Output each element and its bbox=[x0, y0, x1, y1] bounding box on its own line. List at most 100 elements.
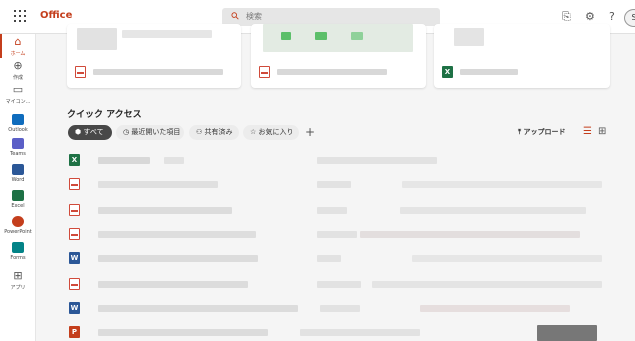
nav-label: 作成 bbox=[12, 75, 23, 81]
file-meta bbox=[317, 181, 351, 188]
nav-label: マイコン... bbox=[5, 99, 31, 105]
excel-file-icon: X bbox=[69, 154, 80, 166]
pdf-icon bbox=[69, 278, 80, 290]
nav-label: Word bbox=[11, 177, 25, 183]
pdf-icon bbox=[75, 66, 86, 78]
search-placeholder: 検索 bbox=[246, 12, 262, 21]
file-name bbox=[98, 281, 248, 288]
nav-item-teams[interactable]: Teams bbox=[0, 138, 36, 157]
file-meta bbox=[402, 181, 602, 188]
excel-file-icon: X bbox=[442, 66, 453, 78]
active-indicator bbox=[0, 34, 2, 58]
file-meta bbox=[372, 281, 602, 288]
office-brand[interactable]: Office bbox=[40, 10, 72, 21]
recent-card[interactable] bbox=[251, 24, 426, 88]
filter-all-button[interactable]: ⬢ すべて bbox=[68, 125, 112, 140]
nav-label: Forms bbox=[10, 255, 26, 261]
card-thumbnail bbox=[454, 28, 484, 46]
folder-icon: ▭ bbox=[12, 83, 24, 96]
card-filename bbox=[93, 69, 223, 75]
powerpoint-file-icon: P bbox=[69, 326, 80, 338]
card-thumbnail bbox=[77, 28, 117, 50]
nav-item-word[interactable]: Word bbox=[0, 164, 36, 183]
quick-access-title: クイック アクセス bbox=[67, 110, 142, 120]
filter-favorites-button[interactable]: ☆ お気に入り bbox=[243, 125, 299, 140]
filter-recent-label: 最近開いた項目 bbox=[131, 128, 181, 136]
nav-item-home[interactable]: ⌂ ホーム bbox=[0, 34, 36, 58]
card-thumbnail bbox=[281, 32, 291, 40]
help-icon[interactable]: ? bbox=[609, 10, 615, 23]
recent-card[interactable]: X bbox=[434, 24, 610, 88]
nav-item-create[interactable]: ⊕ 作成 bbox=[0, 59, 36, 82]
nav-label: PowerPoint bbox=[4, 229, 32, 235]
file-meta bbox=[317, 157, 437, 164]
card-filename bbox=[460, 69, 518, 75]
filter-all-icon: ⬢ bbox=[75, 128, 82, 136]
file-meta bbox=[317, 207, 347, 214]
waffle-icon[interactable] bbox=[14, 10, 26, 22]
file-meta bbox=[300, 329, 420, 336]
file-name bbox=[98, 181, 218, 188]
avatar[interactable]: S bbox=[624, 9, 635, 27]
file-meta bbox=[360, 231, 580, 238]
plus-circle-icon: ⊕ bbox=[13, 59, 23, 72]
home-icon: ⌂ bbox=[14, 35, 22, 48]
left-nav: ⌂ ホーム ⊕ 作成 ▭ マイコン... Outlook Teams Word … bbox=[0, 34, 36, 341]
file-meta bbox=[412, 255, 602, 262]
file-meta bbox=[420, 305, 570, 312]
card-thumbnail bbox=[122, 30, 212, 38]
nav-item-mycontent[interactable]: ▭ マイコン... bbox=[0, 83, 36, 106]
forms-icon bbox=[12, 242, 24, 253]
clock-icon: ◷ bbox=[123, 128, 130, 136]
search-icon: ⚲ bbox=[229, 10, 243, 23]
nav-item-forms[interactable]: Forms bbox=[0, 242, 36, 261]
upload-button[interactable]: ⤒ アップロード bbox=[518, 127, 566, 137]
filter-shared-label: 共有済み bbox=[204, 128, 233, 136]
nav-item-excel[interactable]: Excel bbox=[0, 190, 36, 209]
outlook-icon bbox=[12, 114, 24, 125]
gear-icon[interactable]: ⚙ bbox=[585, 10, 595, 23]
excel-icon bbox=[12, 190, 24, 201]
notification-icon[interactable]: ⎘ bbox=[562, 10, 571, 24]
file-meta bbox=[317, 255, 341, 262]
star-icon: ☆ bbox=[250, 128, 257, 136]
nav-label: Outlook bbox=[8, 127, 28, 133]
file-thumbnail bbox=[537, 325, 597, 341]
add-filter-button[interactable]: + bbox=[305, 125, 315, 140]
nav-label: Excel bbox=[11, 203, 25, 209]
file-name bbox=[98, 231, 256, 238]
upload-label: アップロード bbox=[523, 128, 566, 136]
apps-icon: ⊞ bbox=[13, 269, 23, 282]
nav-item-powerpoint[interactable]: PowerPoint bbox=[0, 216, 36, 235]
file-name bbox=[98, 207, 232, 214]
filter-recent-button[interactable]: ◷ 最近開いた項目 bbox=[116, 125, 184, 140]
file-meta bbox=[400, 207, 586, 214]
people-icon: ⚇ bbox=[196, 128, 203, 136]
file-name bbox=[98, 305, 298, 312]
pdf-icon bbox=[69, 178, 80, 190]
word-icon bbox=[12, 164, 24, 175]
teams-icon bbox=[12, 138, 24, 149]
powerpoint-icon bbox=[12, 216, 24, 227]
file-meta bbox=[317, 231, 357, 238]
file-name bbox=[98, 329, 268, 336]
file-meta bbox=[320, 305, 360, 312]
grid-view-icon[interactable]: ⊞ bbox=[598, 126, 606, 138]
nav-label: ホーム bbox=[10, 51, 26, 57]
nav-label: Teams bbox=[10, 151, 26, 157]
filter-all-label: すべて bbox=[83, 128, 104, 136]
filter-favorites-label: お気に入り bbox=[258, 128, 294, 136]
nav-item-outlook[interactable]: Outlook bbox=[0, 114, 36, 133]
upload-icon: ⤒ bbox=[518, 128, 522, 136]
pdf-icon bbox=[69, 204, 80, 216]
nav-item-apps[interactable]: ⊞ アプリ bbox=[0, 269, 36, 292]
list-view-icon[interactable]: ☰ bbox=[583, 126, 592, 138]
file-name bbox=[98, 255, 258, 262]
pdf-icon bbox=[69, 228, 80, 240]
file-meta bbox=[164, 157, 184, 164]
card-filename bbox=[277, 69, 387, 75]
recent-card[interactable] bbox=[67, 24, 241, 88]
filter-shared-button[interactable]: ⚇ 共有済み bbox=[189, 125, 239, 140]
pdf-icon bbox=[259, 66, 270, 78]
file-meta bbox=[317, 281, 361, 288]
